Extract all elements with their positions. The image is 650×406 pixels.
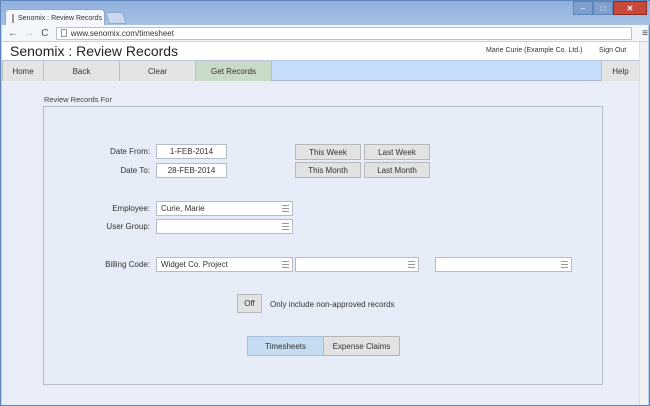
browser-menu-icon[interactable]: ≡ — [642, 28, 648, 39]
browser-window: Senomix : Review Records × – □ ✕ ← → C w… — [0, 0, 650, 406]
toggle-description: Only include non-approved records — [270, 300, 395, 309]
scrollbar[interactable] — [639, 42, 648, 405]
sign-out-link[interactable]: Sign Out — [599, 47, 626, 54]
maximize-icon[interactable]: □ — [593, 1, 613, 15]
clear-button[interactable]: Clear — [120, 61, 196, 81]
forward-arrow-icon[interactable]: → — [24, 28, 34, 39]
browser-tab[interactable]: Senomix : Review Records × — [5, 9, 110, 26]
tab-strip: Senomix : Review Records × – □ ✕ — [1, 1, 650, 26]
date-to-label: Date To: — [120, 166, 150, 175]
menu-bar: Home Back Clear Get Records Help — [2, 60, 639, 81]
user-info: Marie Curie (Example Co. Ltd.) — [486, 47, 583, 54]
employee-label: Employee: — [112, 204, 150, 213]
new-tab-button[interactable] — [104, 12, 128, 24]
billing-code-value: Widget Co. Project — [161, 260, 228, 269]
back-button[interactable]: Back — [44, 61, 120, 81]
non-approved-toggle[interactable]: Off — [237, 294, 262, 313]
expense-claims-tab[interactable]: Expense Claims — [323, 336, 400, 356]
last-week-button[interactable]: Last Week — [364, 144, 430, 160]
date-from-field[interactable]: 1-FEB-2014 — [156, 144, 227, 159]
list-icon — [282, 223, 289, 230]
date-to-field[interactable]: 28-FEB-2014 — [156, 163, 227, 178]
billing-code-select-3[interactable] — [435, 257, 572, 272]
page-title: Senomix : Review Records — [10, 43, 179, 59]
help-button[interactable]: Help — [601, 61, 639, 81]
employee-select[interactable]: Curie, Marie — [156, 201, 293, 216]
address-bar[interactable]: www.senomix.com/timesheet — [55, 26, 633, 40]
browser-toolbar: ← → C www.senomix.com/timesheet ≡ — [2, 25, 648, 42]
page-content: Senomix : Review Records Marie Curie (Ex… — [2, 42, 639, 405]
list-icon — [561, 261, 568, 268]
list-icon — [282, 205, 289, 212]
minimize-icon[interactable]: – — [573, 1, 593, 15]
list-icon — [408, 261, 415, 268]
billing-code-select-2[interactable] — [295, 257, 419, 272]
user-group-label: User Group: — [106, 222, 150, 231]
get-records-button[interactable]: Get Records — [196, 61, 272, 81]
reload-icon[interactable]: C — [40, 28, 50, 39]
window-controls: – □ ✕ — [573, 1, 647, 15]
page-icon — [60, 29, 67, 37]
close-icon[interactable]: ✕ — [613, 1, 647, 15]
app-header: Senomix : Review Records Marie Curie (Ex… — [2, 42, 639, 60]
date-from-label: Date From: — [109, 147, 150, 156]
billing-code-select-1[interactable]: Widget Co. Project — [156, 257, 293, 272]
this-month-button[interactable]: This Month — [295, 162, 361, 178]
employee-value: Curie, Marie — [161, 204, 205, 213]
url-text: www.senomix.com/timesheet — [70, 28, 174, 38]
user-group-select[interactable] — [156, 219, 293, 234]
list-icon — [282, 261, 289, 268]
section-label: Review Records For — [44, 95, 112, 104]
home-button[interactable]: Home — [2, 61, 44, 81]
tab-title: Senomix : Review Records — [18, 14, 103, 22]
page-favicon-icon — [12, 13, 14, 23]
review-records-panel: Date From: 1-FEB-2014 Date To: 28-FEB-20… — [43, 106, 603, 385]
back-arrow-icon[interactable]: ← — [8, 28, 18, 39]
this-week-button[interactable]: This Week — [295, 144, 361, 160]
timesheets-tab[interactable]: Timesheets — [247, 336, 324, 356]
billing-code-label: Billing Code: — [105, 260, 150, 269]
last-month-button[interactable]: Last Month — [364, 162, 430, 178]
